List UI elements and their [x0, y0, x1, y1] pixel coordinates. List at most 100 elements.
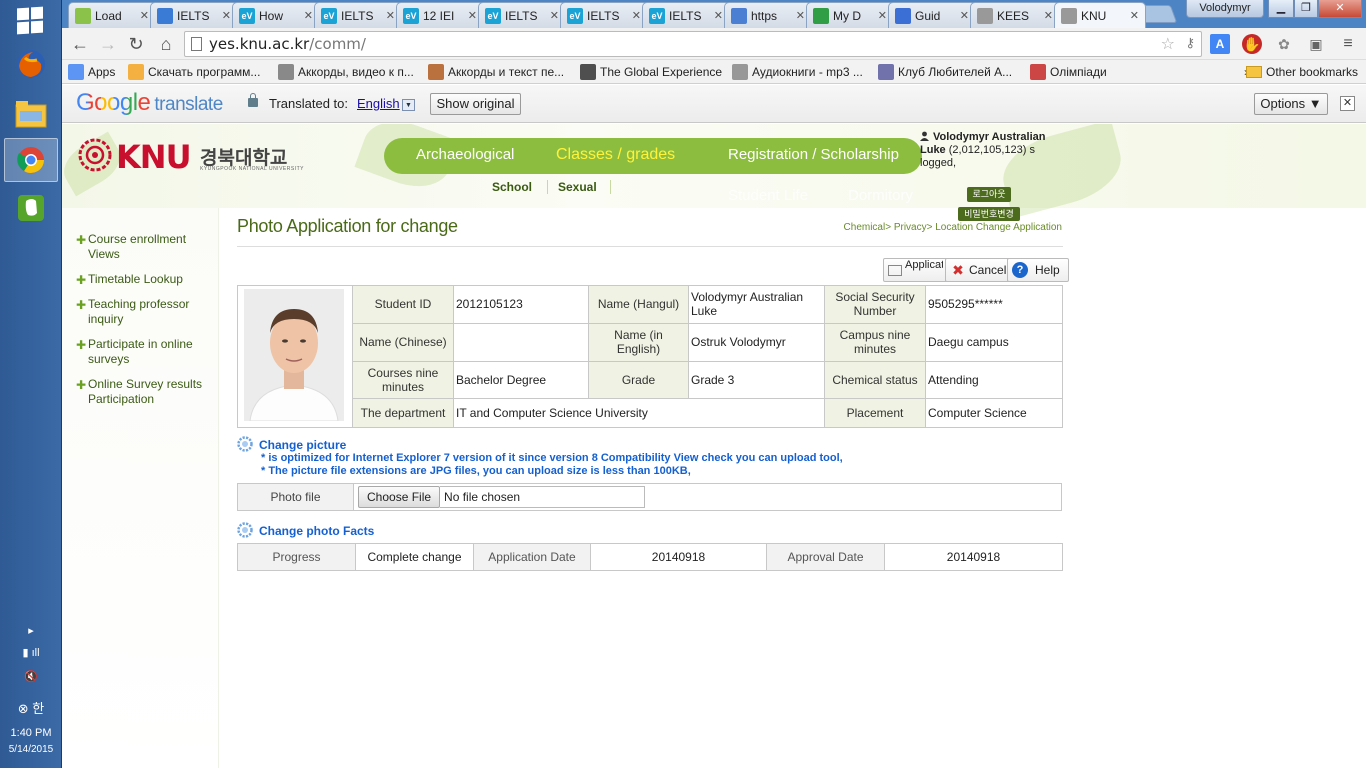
plus-icon: ✚ [76, 233, 87, 247]
bookmark-item[interactable]: Аккорды, видео к п... [278, 63, 414, 81]
tab-close-icon[interactable]: ✕ [550, 9, 559, 22]
apply-button[interactable]: Application [883, 258, 948, 282]
tray-expand-icon[interactable]: ▸ [0, 624, 62, 637]
bookmark-item[interactable]: Скачать программ... [128, 63, 260, 81]
minimize-button[interactable]: ▁ [1268, 0, 1294, 18]
tab-close-icon[interactable]: ✕ [878, 9, 887, 22]
browser-tab[interactable]: Guid ✕ [888, 2, 976, 28]
browser-tab[interactable]: eV IELTS ✕ [642, 2, 730, 28]
window-close-button[interactable]: ✕ [1318, 0, 1362, 18]
target-language-link[interactable]: English [357, 96, 400, 111]
leftnav-label: Teaching professor inquiry [88, 297, 190, 326]
key-icon[interactable]: ⚷ [1185, 32, 1195, 56]
page-icon [191, 37, 202, 51]
guitar-icon [278, 64, 294, 80]
tab-close-icon[interactable]: ✕ [140, 9, 149, 22]
translate-close-button[interactable]: ✕ [1340, 96, 1355, 111]
nav-student-life[interactable]: Student Life [728, 187, 808, 204]
browser-tab[interactable]: eV 12 IEI ✕ [396, 2, 484, 28]
ime-label[interactable]: 한 [32, 701, 44, 716]
tab-close-icon[interactable]: ✕ [632, 9, 641, 22]
reload-button[interactable]: ↻ [124, 32, 148, 56]
bookmark-item[interactable]: Олімпіади [1030, 63, 1107, 81]
leftnav-course-enrollment[interactable]: ✚ Course enrollment Views [68, 232, 208, 262]
nav-dormitory[interactable]: Dormitory [848, 187, 913, 204]
cancel-button[interactable]: ✖ Cancel [945, 258, 1012, 282]
tab-label: IELTS [505, 8, 538, 23]
home-button[interactable]: ⌂ [154, 32, 178, 56]
ev-icon: eV [649, 7, 665, 24]
tab-close-icon[interactable]: ✕ [1044, 9, 1053, 22]
user-info: Volodymyr Australian Luke (2,012,105,123… [920, 131, 1054, 170]
ev-icon: eV [403, 7, 419, 24]
browser-tab[interactable]: IELTS ✕ [150, 2, 238, 28]
chrome-taskbar-icon[interactable] [4, 138, 58, 182]
evernote-icon[interactable] [4, 186, 58, 230]
browser-tab[interactable]: KEES ✕ [970, 2, 1060, 28]
bookmark-item[interactable]: Apps [68, 63, 115, 81]
browser-tab[interactable]: https ✕ [724, 2, 812, 28]
paw-icon[interactable]: ✿ [1274, 34, 1294, 54]
tab-close-icon[interactable]: ✕ [222, 9, 231, 22]
cast-icon[interactable]: ▣ [1306, 34, 1326, 54]
back-button[interactable]: ← [68, 32, 92, 56]
adblock-icon[interactable]: ✋ [1242, 34, 1262, 54]
tab-close-icon[interactable]: ✕ [960, 9, 969, 22]
close-circle-icon[interactable]: ⊗ [18, 701, 29, 716]
leftnav-teaching-professor[interactable]: ✚ Teaching professor inquiry [68, 297, 208, 327]
nav-classes-grades[interactable]: Classes / grades [556, 146, 675, 164]
tab-close-icon[interactable]: ✕ [386, 9, 395, 22]
change-password-button[interactable]: 비밀번호변경 [958, 207, 1020, 221]
ime-indicator[interactable]: ⊗ 한 [0, 698, 62, 717]
browser-tab[interactable]: eV How ✕ [232, 2, 320, 28]
leftnav-online-surveys[interactable]: ✚ Participate in online surveys [68, 337, 208, 367]
tab-close-icon[interactable]: ✕ [796, 9, 805, 22]
logout-button[interactable]: 로그아웃 [967, 187, 1011, 202]
forward-button[interactable]: → [96, 32, 120, 56]
star-icon[interactable]: ☆ [1161, 32, 1175, 56]
clock-date[interactable]: 5/14/2015 [0, 744, 62, 755]
choose-file-button[interactable]: Choose File [358, 486, 441, 508]
bookmark-item[interactable]: Клуб Любителей А... [878, 63, 1012, 81]
cancel-label: Cancel [969, 263, 1007, 277]
help-button[interactable]: ? Help [1007, 258, 1069, 282]
browser-tab[interactable]: eV IELTS ✕ [560, 2, 648, 28]
bookmark-item[interactable]: Аккорды и текст пе... [428, 63, 564, 81]
windows-start-icon[interactable] [17, 6, 45, 36]
firefox-icon[interactable] [4, 42, 58, 86]
tab-close-icon[interactable]: ✕ [304, 9, 313, 22]
file-explorer-icon[interactable] [4, 92, 58, 136]
subnav-sexual[interactable]: Sexual [558, 180, 597, 194]
address-bar[interactable]: yes.knu.ac.kr/comm/ ☆ ⚷ [184, 31, 1202, 57]
nav-archaeological[interactable]: Archaeological [416, 146, 514, 163]
leftnav-timetable[interactable]: ✚ Timetable Lookup [68, 272, 208, 287]
translate-options-button[interactable]: Options ▼ [1254, 93, 1328, 115]
file-name-display: No file chosen [440, 486, 646, 508]
leftnav-survey-results[interactable]: ✚ Online Survey results Participation [68, 377, 208, 407]
clock-time[interactable]: 1:40 PM [0, 727, 62, 739]
tab-close-icon[interactable]: ✕ [714, 9, 723, 22]
browser-tab[interactable]: KNU ✕ [1054, 2, 1146, 28]
menu-icon[interactable]: ≡ [1338, 34, 1358, 54]
bookmark-item[interactable]: The Global Experience [580, 63, 722, 81]
show-original-button[interactable]: Show original [430, 93, 521, 115]
restore-button[interactable]: ❐ [1294, 0, 1318, 18]
browser-tab[interactable]: eV IELTS ✕ [314, 2, 402, 28]
nav-registration-scholarship[interactable]: Registration / Scholarship [728, 146, 899, 163]
other-bookmarks[interactable]: Other bookmarks [1246, 63, 1358, 81]
profile-badge[interactable]: Volodymyr [1186, 0, 1264, 18]
upload-note-jpg: * The picture file extensions are JPG fi… [261, 465, 691, 477]
browser-tab[interactable]: Load ✕ [68, 2, 156, 28]
tab-close-icon[interactable]: ✕ [1130, 9, 1139, 22]
volume-mute-icon[interactable]: 🔇 [0, 670, 62, 683]
browser-tab[interactable]: My D ✕ [806, 2, 894, 28]
google-translate-ext-icon[interactable]: A [1210, 34, 1230, 54]
tab-close-icon[interactable]: ✕ [468, 9, 477, 22]
help-label: Help [1035, 263, 1060, 277]
subnav-school[interactable]: School [492, 180, 532, 194]
browser-tab[interactable]: eV IELTS ✕ [478, 2, 566, 28]
knu-logo-text[interactable]: KNU [116, 138, 192, 176]
language-dropdown-icon[interactable]: ▼ [402, 99, 415, 111]
battery-signal-icon[interactable]: ▮ ıll [0, 646, 62, 659]
bookmark-item[interactable]: Аудиокниги - mp3 ... [732, 63, 863, 81]
